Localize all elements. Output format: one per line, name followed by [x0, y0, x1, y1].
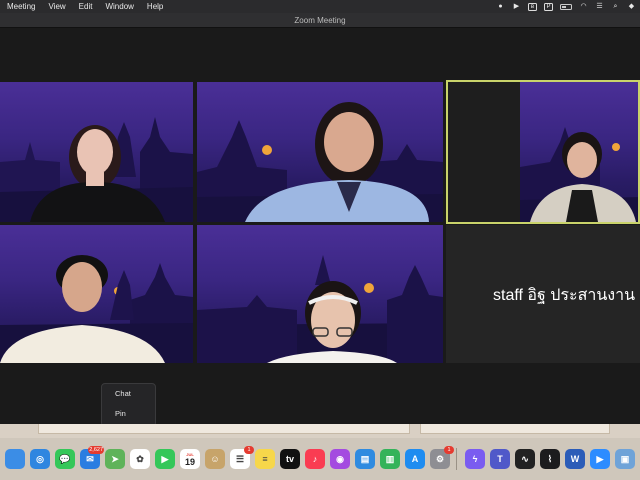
- dock-notes-icon[interactable]: ≡: [255, 449, 275, 469]
- dock-keynote-icon[interactable]: ▤: [355, 449, 375, 469]
- dock-apple-tv-icon[interactable]: tv: [280, 449, 300, 469]
- dock-safari-icon[interactable]: ◎: [30, 449, 50, 469]
- temple-background: [197, 102, 443, 222]
- participant-context-menu: Chat Pin: [101, 383, 156, 427]
- pin-menu-item[interactable]: Pin: [102, 404, 155, 424]
- dock-activity-monitor-icon[interactable]: ∿: [515, 449, 535, 469]
- battery-icon[interactable]: [560, 3, 572, 10]
- p-icon[interactable]: P: [544, 2, 553, 11]
- bluetooth-icon[interactable]: ʙ: [528, 2, 537, 11]
- dock-word-icon[interactable]: W: [565, 449, 585, 469]
- dock-messages-icon[interactable]: 💬: [55, 449, 75, 469]
- dock-podcasts-icon[interactable]: ◉: [330, 449, 350, 469]
- status-icons: ● ▶ ʙ P ◠ ☰ ⌕ ◆: [496, 0, 636, 13]
- participant-tile[interactable]: [197, 82, 443, 222]
- dock-separator: [456, 448, 457, 470]
- control-center-icon[interactable]: ☰: [595, 3, 604, 11]
- menu-help[interactable]: Help: [147, 2, 163, 11]
- notification-badge: 1: [444, 446, 454, 454]
- participant-tile[interactable]: [0, 82, 193, 222]
- dock-finder-icon[interactable]: [5, 449, 25, 469]
- menu-meeting[interactable]: Meeting: [7, 2, 35, 11]
- dock-mail-icon[interactable]: ✉ 2,627: [80, 446, 104, 469]
- dock-maps-icon[interactable]: ➤: [105, 449, 125, 469]
- play-icon[interactable]: ▶: [512, 3, 521, 11]
- dock-stocks-icon[interactable]: ⌇: [540, 449, 560, 469]
- dock-system-preferences-icon[interactable]: ⚙ 1: [430, 446, 454, 469]
- menu-view[interactable]: View: [48, 2, 65, 11]
- participant-name: staff อิฐ ประสานงาน: [493, 287, 636, 304]
- desktop-window-edge: [38, 424, 410, 434]
- menu-bar: Meeting View Edit Window Help ● ▶ ʙ P ◠ ☰ ⌕ …: [0, 0, 640, 13]
- meeting-gallery: staff อิฐ ประสานงาน Chat Pin: [0, 28, 640, 427]
- dock-preview-icon[interactable]: ▣: [615, 449, 635, 469]
- menu-edit[interactable]: Edit: [79, 2, 93, 11]
- wifi-icon[interactable]: ◠: [579, 3, 588, 11]
- active-speaker-tile[interactable]: [446, 80, 640, 224]
- calendar-day: 19: [184, 456, 195, 467]
- dock-zoom-icon[interactable]: ▶: [590, 449, 610, 469]
- participant-tile[interactable]: [0, 225, 193, 363]
- dock-photos-icon[interactable]: ✿: [130, 449, 150, 469]
- temple-background: [197, 255, 443, 363]
- participant-tile[interactable]: [197, 225, 443, 363]
- dock-facetime-icon[interactable]: ▶: [155, 449, 175, 469]
- dock-reminders-icon[interactable]: ☰ 1: [230, 446, 254, 469]
- notification-badge: 2,627: [88, 446, 104, 454]
- dock-numbers-icon[interactable]: ▥: [380, 449, 400, 469]
- notification-badge: 1: [244, 446, 254, 454]
- menu-window[interactable]: Window: [105, 2, 133, 11]
- participant-tile-video-off[interactable]: staff อิฐ ประสานงาน: [446, 225, 640, 363]
- temple-background: [520, 127, 638, 222]
- siri-icon[interactable]: ◆: [627, 3, 636, 11]
- desktop-window-edge: [420, 424, 610, 434]
- search-icon[interactable]: ⌕: [611, 3, 620, 11]
- dock-teams-icon[interactable]: T: [490, 449, 510, 469]
- window-title: Zoom Meeting: [0, 13, 640, 28]
- dock-messenger-icon[interactable]: ϟ: [465, 449, 485, 469]
- dock-calendar-icon[interactable]: JUL 19: [180, 449, 200, 469]
- temple-background: [0, 117, 193, 222]
- menu-items: Meeting View Edit Window Help: [0, 2, 176, 11]
- chat-menu-item[interactable]: Chat: [102, 384, 155, 404]
- dock: ◎💬✉2,627➤✿▶JUL19☺☰1≡tv♪◉▤▥A⚙1ϟT∿⌇W▶▣⋮: [0, 438, 640, 480]
- temple-background: [0, 255, 193, 363]
- dock-app-store-icon[interactable]: A: [405, 449, 425, 469]
- desktop-strip: [0, 424, 640, 438]
- dock-music-icon[interactable]: ♪: [305, 449, 325, 469]
- record-icon[interactable]: ●: [496, 3, 505, 11]
- dock-contacts-icon[interactable]: ☺: [205, 449, 225, 469]
